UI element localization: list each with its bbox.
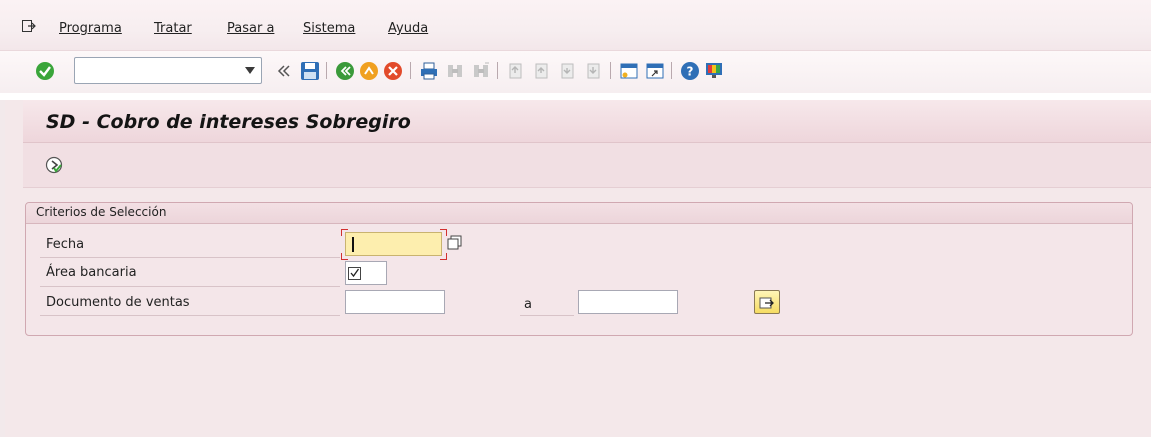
text-cursor [352,237,354,252]
menu-tratar[interactable]: Tratar [154,21,192,36]
chevron-down-icon[interactable] [245,67,255,74]
area-bancaria-label: Área bancaria [46,265,137,280]
row-divider [520,315,574,316]
enter-icon[interactable] [34,60,56,82]
command-field[interactable] [74,57,262,84]
customize-layout-icon[interactable] [703,60,725,82]
last-page-icon[interactable] [583,60,605,82]
menu-sistema[interactable]: Sistema [303,21,355,36]
focus-bracket [341,229,348,236]
arrow-right-icon [759,297,774,309]
previous-page-icon[interactable] [531,60,553,82]
execute-icon[interactable] [45,156,63,174]
svg-text:?: ? [687,65,694,79]
checkmark-icon [348,267,361,280]
menu-exit-icon[interactable] [22,20,36,32]
page-title: SD - Cobro de intereses Sobregiro [46,111,411,133]
documento-ventas-to[interactable] [578,290,678,314]
row-divider [40,315,340,316]
first-page-icon[interactable] [505,60,527,82]
documento-ventas-from[interactable] [345,290,445,314]
cancel-icon[interactable] [382,60,404,82]
print-icon[interactable] [418,60,440,82]
fecha-field[interactable] [345,232,442,256]
create-session-icon[interactable] [618,60,640,82]
fecha-label: Fecha [46,237,85,252]
back-double-icon[interactable] [273,60,295,82]
menu-ayuda[interactable]: Ayuda [388,21,428,36]
row-divider [40,286,340,287]
find-next-icon[interactable] [470,60,492,82]
menu-pasar-a[interactable]: Pasar a [227,21,274,36]
row-divider [40,257,340,258]
back-icon[interactable] [334,60,356,82]
focus-bracket [440,253,447,260]
range-to-label: a [524,297,532,312]
menu-bar: Programa Tratar Pasar a Sistema Ayuda [0,0,1151,51]
group-title: Criterios de Selección [36,205,167,219]
main-screen: SD - Cobro de intereses Sobregiro Criter… [5,100,1151,437]
focus-bracket [341,253,348,260]
exit-icon[interactable] [358,60,380,82]
selection-group: Criterios de Selección Fecha Área bancar… [25,202,1133,336]
documento-ventas-label: Documento de ventas [46,295,190,310]
area-bancaria-checkbox[interactable] [345,261,387,285]
multiple-selection-button[interactable] [754,290,780,314]
shortcut-icon[interactable] [644,60,666,82]
application-toolbar [23,143,1151,188]
find-icon[interactable] [444,60,466,82]
next-page-icon[interactable] [557,60,579,82]
title-bar: SD - Cobro de intereses Sobregiro [23,100,1151,143]
group-header: Criterios de Selección [26,203,1132,224]
menu-programa[interactable]: Programa [59,21,122,36]
multiple-selection-icon[interactable] [445,232,465,254]
save-icon[interactable] [299,60,321,82]
help-icon[interactable]: ? [679,60,701,82]
